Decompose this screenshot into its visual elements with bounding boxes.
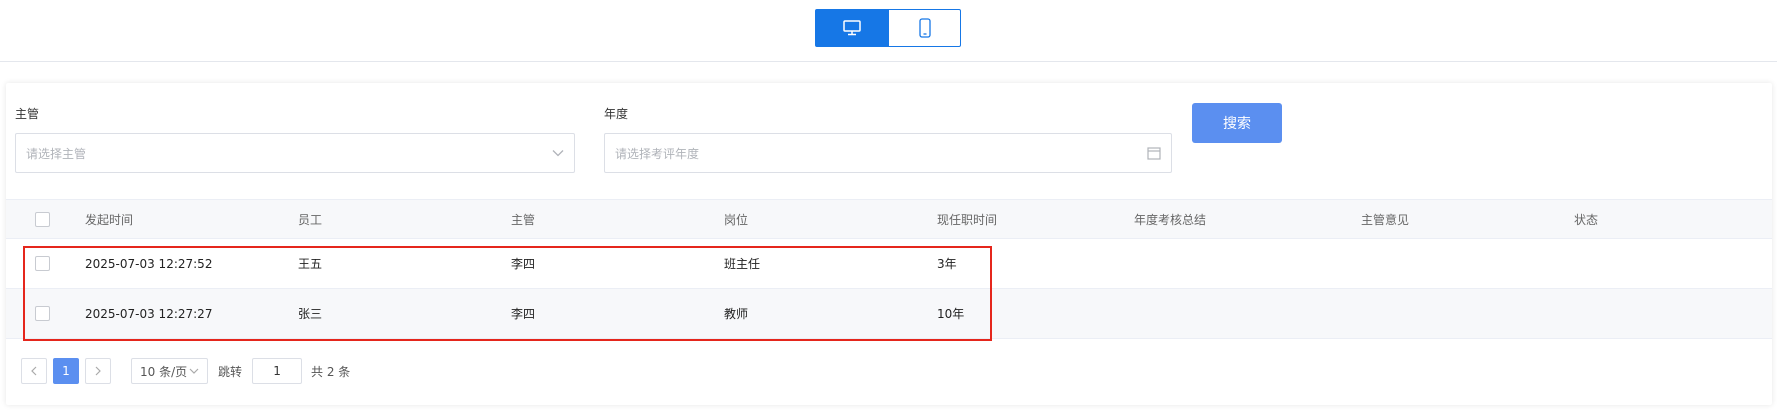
cell-employee: 王五 xyxy=(298,257,323,271)
select-all-cell xyxy=(35,200,50,238)
header-annual-summary[interactable]: 年度考核总结 xyxy=(1134,200,1206,238)
desktop-monitor-icon xyxy=(842,20,861,36)
pagination: 1 10 条/页 跳转 1 共 2 条 xyxy=(21,358,350,384)
supervisor-select[interactable]: 请选择主管 xyxy=(15,133,575,173)
cell-employee: 张三 xyxy=(298,307,323,321)
search-button[interactable]: 搜索 xyxy=(1192,103,1282,143)
prev-page-button[interactable] xyxy=(21,358,47,384)
row-checkbox[interactable] xyxy=(35,256,50,271)
table-header: 发起时间 员工 主管 岗位 现任职时间 年度考核总结 主管意见 状态 xyxy=(6,199,1772,239)
select-all-checkbox[interactable] xyxy=(35,211,50,227)
desktop-view-button[interactable] xyxy=(815,9,888,47)
header-tenure[interactable]: 现任职时间 xyxy=(937,200,997,238)
row-checkbox-cell xyxy=(35,239,50,288)
header-supervisor[interactable]: 主管 xyxy=(511,200,535,238)
row-checkbox-cell xyxy=(35,289,50,338)
chevron-down-icon xyxy=(552,150,564,157)
top-bar xyxy=(0,0,1777,62)
chevron-down-icon xyxy=(189,368,199,374)
year-label: 年度 xyxy=(604,107,629,121)
cell-tenure: 10年 xyxy=(937,307,965,321)
cell-supervisor: 李四 xyxy=(511,257,536,271)
total-count: 共 2 条 xyxy=(311,364,351,379)
cell-position: 班主任 xyxy=(724,257,761,271)
chevron-left-icon xyxy=(31,366,37,376)
supervisor-label: 主管 xyxy=(15,107,40,121)
chevron-right-icon xyxy=(95,366,101,376)
cell-position: 教师 xyxy=(724,307,749,321)
view-toggle xyxy=(815,9,961,47)
next-page-button[interactable] xyxy=(85,358,111,384)
main-card: 主管 请选择主管 年度 请选择考评年度 搜索 发起时间 员工 主管 岗位 现任职… xyxy=(6,83,1772,405)
supervisor-placeholder: 请选择主管 xyxy=(26,146,87,161)
mobile-phone-icon xyxy=(918,18,931,38)
year-placeholder: 请选择考评年度 xyxy=(615,146,700,161)
page-size-value: 10 条/页 xyxy=(140,364,188,379)
page-1-button[interactable]: 1 xyxy=(53,358,79,384)
mobile-view-button[interactable] xyxy=(888,9,961,47)
jump-page-input[interactable]: 1 xyxy=(252,358,303,384)
table-row[interactable]: 2025-07-03 12:27:52 王五 李四 班主任 3年 xyxy=(6,239,1772,289)
year-picker[interactable]: 请选择考评年度 xyxy=(604,133,1172,173)
cell-supervisor: 李四 xyxy=(511,307,536,321)
header-position[interactable]: 岗位 xyxy=(724,200,748,238)
jump-label: 跳转 xyxy=(218,364,243,379)
cell-start-time: 2025-07-03 12:27:27 xyxy=(85,306,213,321)
header-employee[interactable]: 员工 xyxy=(298,200,322,238)
row-checkbox[interactable] xyxy=(35,306,50,321)
page-size-select[interactable]: 10 条/页 xyxy=(131,358,208,384)
cell-start-time: 2025-07-03 12:27:52 xyxy=(85,256,213,271)
header-start-time[interactable]: 发起时间 xyxy=(85,200,133,238)
calendar-icon xyxy=(1147,147,1161,160)
header-supervisor-opinion[interactable]: 主管意见 xyxy=(1361,200,1409,238)
cell-tenure: 3年 xyxy=(937,257,957,271)
header-status[interactable]: 状态 xyxy=(1574,200,1598,238)
table-row[interactable]: 2025-07-03 12:27:27 张三 李四 教师 10年 xyxy=(6,289,1772,339)
